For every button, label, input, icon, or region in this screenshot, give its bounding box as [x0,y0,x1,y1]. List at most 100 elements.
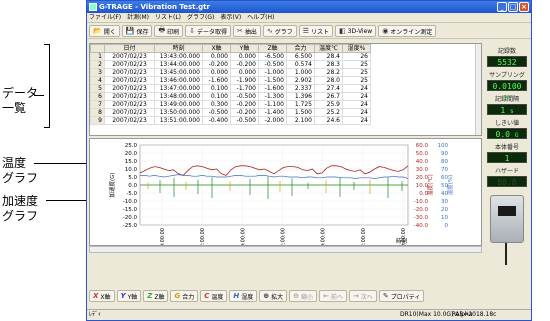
column-header[interactable]: Z軸 [258,44,287,53]
toolbar-button-3[interactable]: 🖶 印刷 [154,25,184,37]
toolbar-button-1[interactable]: 📂 開く [89,25,120,37]
column-header[interactable]: 湿度% [342,44,371,53]
graph-button-5[interactable]: C 温度 [200,290,228,302]
y-right-humidity-tick-label: 80 [441,159,448,165]
resultant-icon: G [174,292,181,300]
hazard-display: 88.8 [487,176,527,187]
y-left-tick-label: -5.0 [126,191,137,197]
table-row[interactable]: 9 2007/02/23 13:51:00.000 -0.400 -0.500 -2.00… [90,116,371,125]
toolbar-button-5[interactable]: ✂ 抽出 [232,25,261,37]
column-header[interactable]: 時刻 [154,44,203,53]
column-header[interactable]: 合力 [286,44,315,53]
prev-icon: ← [323,292,329,300]
table-cell: -0.200 [230,108,259,117]
graph-area[interactable]: 25.0 60.0 100 20.0 50.0 90 15.0 40.0 80 10.0 30.0 7… [89,138,482,263]
row-number: 2 [90,60,105,69]
row-number: 1 [90,52,105,61]
table-row[interactable]: 8 2007/02/23 13:50:00.000 -0.500 -0.200 -1.40… [90,108,371,117]
table-row[interactable]: 5 2007/02/23 13:47:00.000 0.100 -1.700 -1.600… [90,84,371,93]
maximize-button[interactable]: □ [508,2,518,12]
y-left-axis-label: 加速度(G) [108,172,116,197]
row-number: 6 [90,92,105,101]
table-row[interactable]: 4 2007/02/23 13:46:00.000 -1.600 -1.900 -1.50… [90,76,371,85]
table-cell: 0.100 [202,84,231,93]
temp-icon: C [204,292,210,300]
vertical-scrollbar[interactable] [475,44,481,135]
menu-item[interactable]: グラフ(G) [187,14,214,21]
graph-button-label: Z軸 [154,293,165,301]
table-cell: 2007/02/23 [104,60,155,69]
menu-item[interactable]: ヘルプ(H) [247,14,274,21]
toolbar-label: データ取得 [196,28,227,36]
table-row[interactable]: 7 2007/02/23 13:49:00.000 0.300 -0.200 -1.100… [90,100,371,109]
row-number: 3 [90,68,105,77]
graph-button-3[interactable]: Z Z軸 [143,290,169,302]
graph-button-11[interactable]: ✎ プロパティ [378,290,425,302]
y-right-humidity-tick-label: 10 [441,215,448,221]
table-row[interactable]: 6 2007/02/23 13:48:00.000 0.100 -0.500 -1.300… [90,92,371,101]
table-cell: 2007/02/23 [104,92,155,101]
data-acquire-icon: ⇩ [189,27,195,35]
table-cell: 26 [342,52,371,61]
toolbar-button-9[interactable]: ◉ オンライン測定 [378,25,437,37]
toolbar-label: 開く [103,28,116,36]
device-cable [505,243,507,265]
sampling-display: 0.0100 秒 [487,80,527,102]
table-cell: 24.6 [314,116,343,125]
horizontal-scrollbar[interactable] [89,246,482,253]
y-right-humidity-tick-label: 90 [441,151,448,157]
row-number: 7 [90,100,105,109]
table-row[interactable]: 2 2007/02/23 13:44:00.000 -0.200 -0.200 -0.50… [90,60,371,69]
status-bar: ﾚﾃﾞｨ DR10(Max 10.0G) Alpha RLS=2018.18c [87,309,531,320]
annotation-data-list: データ 一覧 [2,86,39,115]
chart-svg: 25.0 60.0 10020.0 50.0 9015.0 40.0 8010.0 30.0 7… [108,143,454,263]
graph-button-8[interactable]: ⊖ 縮小 [289,290,318,302]
toolbar-button-2[interactable]: 💾 保存 [121,25,153,37]
table-cell: 24 [342,108,371,117]
graph-button-10[interactable]: → 次へ [348,290,377,302]
table-row[interactable]: 1 2007/02/23 13:43:00.000 0.000 0.000 -6.500 6… [90,52,371,61]
close-button[interactable]: × [519,2,529,12]
graph-button-7[interactable]: ⊕ 拡大 [259,290,288,302]
table-cell: 2007/02/23 [104,100,155,109]
table-row[interactable]: 3 2007/02/23 13:45:00.000 0.000 0.000 -1.000 1… [90,68,371,77]
column-header[interactable]: 温度℃ [314,44,343,53]
graph-button-6[interactable]: H 湿度 [229,290,258,302]
y-left-tick-label: -10.0 [123,199,138,205]
menu-item[interactable]: 計測(M) [127,14,149,21]
table-cell: 2007/02/23 [104,52,155,61]
column-header[interactable]: X軸 [202,44,231,53]
sampling-value: 0.0100 [492,82,522,91]
toolbar-button-8[interactable]: ◧ 3D-View [335,25,377,37]
menu-item[interactable]: 表示(V) [220,14,241,21]
minimize-button[interactable]: _ [497,2,507,12]
graph-button-4[interactable]: G 合力 [170,290,199,302]
toolbar-button-4[interactable]: ⇩ データ取得 [185,25,231,37]
graph-button-label: 合力 [182,293,195,301]
table-cell: -1.400 [258,108,287,117]
graph-button-1[interactable]: X X軸 [89,290,115,302]
x-axis-icon: X [93,292,99,300]
y-right-temp-tick-label: 50.0 [416,151,429,157]
y-right-humidity-tick-label: 20 [441,207,448,213]
menu-item[interactable]: リスト(L) [155,14,181,21]
column-header[interactable] [90,44,105,53]
y-left-tick-label: 5.0 [128,175,137,181]
menu-item[interactable]: ファイル(F) [89,14,121,21]
table-cell: 2007/02/23 [104,68,155,77]
y-right-temp-tick-label: 60.0 [416,143,429,149]
record-count-label: 記録数 [497,48,516,55]
column-header[interactable]: Y軸 [230,44,259,53]
table-cell: 13:49:00.000 [154,100,203,109]
table-cell: 26.7 [314,92,343,101]
toolbar-button-7[interactable]: ☰ リスト [298,25,334,37]
table-header-row: 日付 時刻 X軸 Y軸 Z軸 合力 温度℃ 湿度% [90,44,371,53]
column-header[interactable]: 日付 [104,44,155,53]
table-cell: -1.900 [230,76,259,85]
graph-button-9[interactable]: ← 前へ [319,290,347,302]
y-right-temp-tick-label: 10.0 [416,183,429,189]
toolbar-button-6[interactable]: ∿ グラフ [262,25,297,37]
graph-button-2[interactable]: Y Y軸 [116,290,142,302]
threshold-unit: G [514,132,519,139]
humidity-icon: H [233,292,240,300]
